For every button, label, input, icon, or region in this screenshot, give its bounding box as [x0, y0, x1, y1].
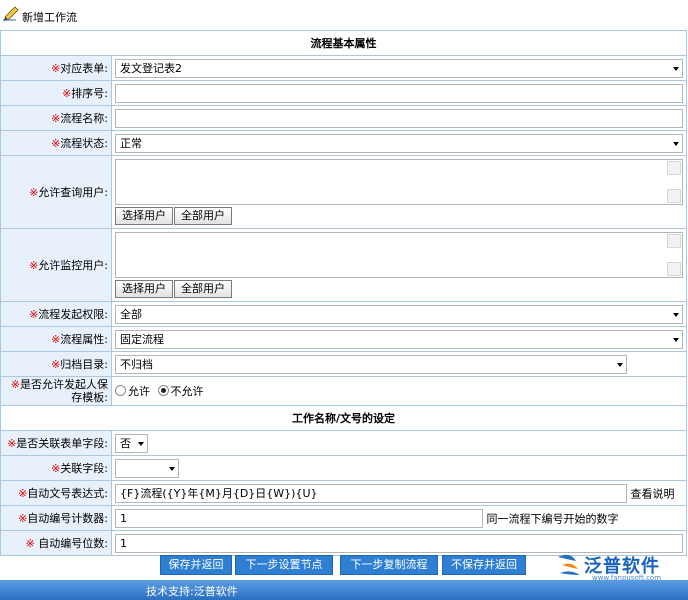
attribute-select[interactable]: 固定流程 [115, 329, 683, 349]
row-monitor-users: ※允许监控用户: 选择用户 全部用户 [0, 228, 687, 302]
row-query-users: ※允许查询用户: 选择用户 全部用户 [0, 155, 687, 229]
row-attribute: ※流程属性: 固定流程 [0, 326, 687, 352]
select-user-button[interactable]: 选择用户 [115, 280, 173, 298]
required-mark: ※ [51, 62, 61, 75]
attribute-label: 流程属性: [60, 333, 108, 346]
pencil-icon [3, 6, 19, 21]
status-label: 流程状态: [60, 137, 108, 150]
select-user-button[interactable]: 选择用户 [115, 207, 173, 225]
required-mark: ※ [62, 87, 72, 100]
chevron-down-icon [673, 141, 679, 146]
row-link-field: ※关联字段: [0, 455, 687, 481]
name-input[interactable] [115, 108, 683, 128]
allow-radio-label: 允许 [128, 385, 150, 398]
archive-select[interactable]: 不归档 [115, 354, 627, 374]
required-mark: ※ [25, 537, 35, 550]
section-naming-header: 工作名称/文号的设定 [0, 405, 687, 431]
link-field-label: 关联字段: [60, 462, 108, 475]
disallow-radio[interactable] [157, 385, 169, 396]
chevron-down-icon [169, 466, 175, 471]
disallow-radio-label: 不允许 [170, 385, 204, 398]
link-field-select[interactable] [115, 458, 179, 478]
sort-input[interactable] [115, 83, 683, 103]
chevron-down-icon [617, 362, 623, 367]
sort-label: 排序号: [71, 87, 108, 100]
bottom-bar: 技术支持:泛普软件 [0, 580, 688, 600]
row-save-template: ※是否允许发起人保存模板: 允许 不允许 [0, 376, 687, 406]
row-archive: ※归档目录: 不归档 [0, 351, 687, 377]
row-auto-expr: ※自动文号表达式: {F}流程({Y}年{M}月{D}日{W}){U} 查看说明 [0, 480, 687, 506]
page-title: 新增工作流 [22, 11, 77, 24]
row-auto-counter: ※自动编号计数器: 1 同一流程下编号开始的数字 [0, 505, 687, 531]
auto-counter-input[interactable]: 1 [115, 508, 483, 528]
required-mark: ※ [29, 308, 39, 321]
monitor-users-label: 允许监控用户: [38, 259, 108, 272]
required-mark: ※ [51, 333, 61, 346]
auto-digits-label: 自动编号位数: [34, 537, 108, 550]
row-sort: ※排序号: [0, 80, 687, 106]
fanpu-logo: 泛普软件 www.fanpusoft.com [556, 552, 686, 582]
form-select[interactable]: 发文登记表2 [115, 58, 683, 78]
view-help-link[interactable]: 查看说明 [631, 487, 675, 500]
row-start-perm: ※流程发起权限: 全部 [0, 301, 687, 327]
all-users-button[interactable]: 全部用户 [174, 207, 232, 225]
row-status: ※流程状态: 正常 [0, 130, 687, 156]
support-text: 技术支持:泛普软件 [146, 585, 238, 598]
next-copy-button[interactable]: 下一步复制流程 [340, 555, 438, 575]
required-mark: ※ [51, 137, 61, 150]
title-bar: 新增工作流 [0, 0, 688, 30]
counter-hint: 同一流程下编号开始的数字 [486, 512, 619, 525]
scrollbar[interactable] [667, 234, 681, 276]
auto-digits-input[interactable]: 1 [115, 533, 683, 553]
chevron-down-icon [673, 312, 679, 317]
section-row: 工作名称/文号的设定 [0, 405, 687, 431]
logo-mark-icon [558, 554, 580, 575]
save-return-button[interactable]: 保存并返回 [160, 555, 232, 575]
chevron-down-icon [673, 66, 679, 71]
required-mark: ※ [51, 358, 61, 371]
required-mark: ※ [18, 512, 28, 525]
required-mark: ※ [29, 259, 39, 272]
name-label: 流程名称: [60, 112, 108, 125]
required-mark: ※ [29, 186, 39, 199]
required-mark: ※ [7, 437, 17, 450]
query-users-textarea[interactable] [115, 159, 683, 205]
monitor-users-textarea[interactable] [115, 232, 683, 278]
start-perm-label: 流程发起权限: [38, 308, 108, 321]
required-mark: ※ [51, 462, 61, 475]
row-form: ※对应表单: 发文登记表2 [0, 55, 687, 81]
nosave-return-button[interactable]: 不保存并返回 [442, 555, 526, 575]
required-mark: ※ [51, 112, 61, 125]
link-toggle-label: 是否关联表单字段: [16, 437, 108, 450]
allow-radio[interactable] [115, 385, 126, 396]
chevron-down-icon [138, 441, 144, 446]
section-row: 流程基本属性 [0, 30, 687, 56]
form-label: 对应表单: [60, 62, 108, 75]
save-template-label: 是否允许发起人保存模板: [20, 378, 108, 404]
required-mark: ※ [10, 378, 20, 391]
auto-expr-label: 自动文号表达式: [27, 487, 108, 500]
auto-expr-input[interactable]: {F}流程({Y}年{M}月{D}日{W}){U} [115, 483, 627, 503]
next-node-button[interactable]: 下一步设置节点 [235, 555, 333, 575]
row-name: ※流程名称: [0, 105, 687, 131]
workflow-form: 流程基本属性 ※对应表单: 发文登记表2 ※排序号: ※流程名称: ※流程状态:… [0, 30, 687, 556]
link-toggle-select[interactable]: 否 [115, 433, 148, 453]
auto-counter-label: 自动编号计数器: [27, 512, 108, 525]
chevron-down-icon [673, 337, 679, 342]
start-perm-select[interactable]: 全部 [115, 304, 683, 324]
scrollbar[interactable] [667, 161, 681, 203]
all-users-button[interactable]: 全部用户 [174, 280, 232, 298]
query-users-label: 允许查询用户: [38, 186, 108, 199]
section-basic-header: 流程基本属性 [0, 30, 687, 56]
row-link-toggle: ※是否关联表单字段: 否 [0, 430, 687, 456]
archive-label: 归档目录: [60, 358, 108, 371]
status-select[interactable]: 正常 [115, 133, 683, 153]
required-mark: ※ [18, 487, 28, 500]
